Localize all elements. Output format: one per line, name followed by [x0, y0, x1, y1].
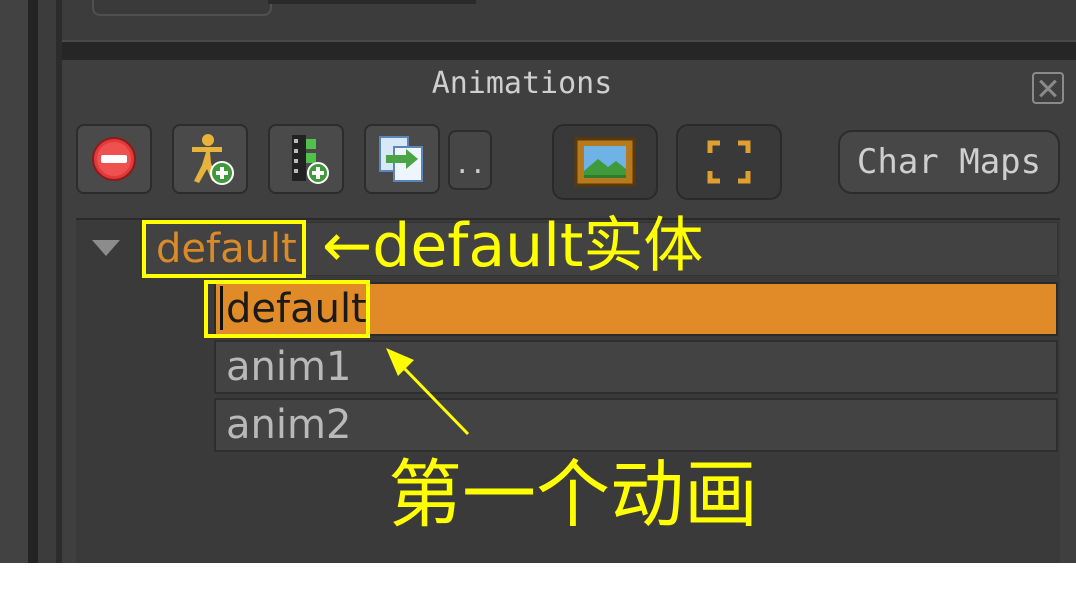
first-animation-annotation: 第一个动画 [388, 452, 758, 538]
